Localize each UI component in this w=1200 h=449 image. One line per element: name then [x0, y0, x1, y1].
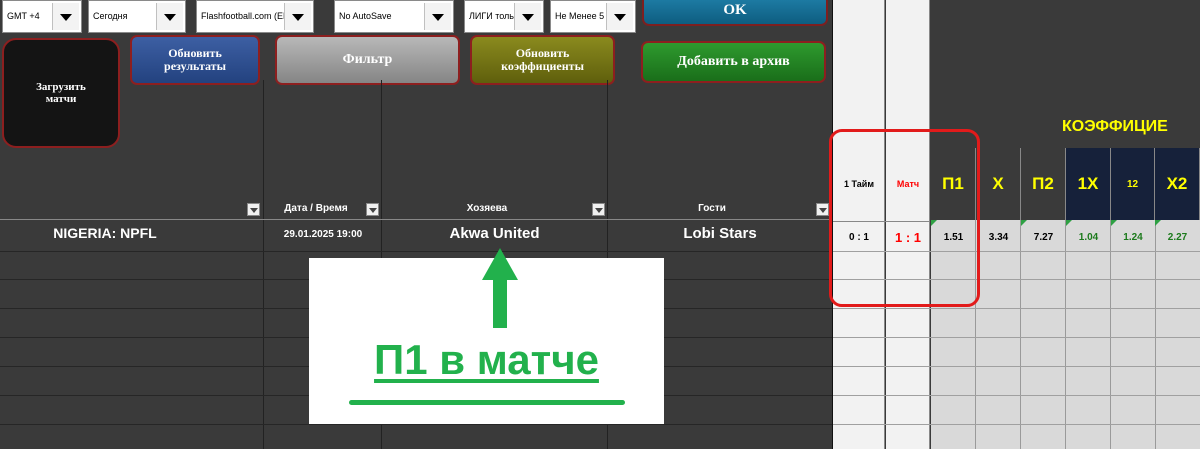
comment-marker-icon	[1111, 220, 1117, 226]
ok-button[interactable]: OK	[642, 0, 828, 26]
refresh-results-label: Обновить результаты	[164, 45, 226, 73]
chevron-down-icon[interactable]	[606, 3, 633, 30]
add-archive-button[interactable]: Добавить в архив	[641, 41, 826, 83]
away-team-cell: Lobi Stars	[683, 225, 757, 242]
date-dropdown[interactable]: Сегодня	[88, 0, 186, 33]
home-filter-button[interactable]	[592, 203, 605, 216]
odds-12-cell: 1.24	[1123, 231, 1143, 243]
odds-header-12: 12	[1111, 148, 1155, 220]
odds-header-1x: 1Х	[1066, 148, 1111, 220]
date-value: Сегодня	[93, 11, 128, 21]
load-matches-button[interactable]: Загрузить матчи	[2, 38, 120, 148]
odds-row-line	[833, 337, 1200, 338]
odds-x2-cell: 2.27	[1167, 231, 1188, 243]
comment-marker-icon	[1066, 220, 1072, 226]
annotation-underline	[349, 400, 625, 405]
odds-group-title: КОЭФФИЦИЕ	[1062, 118, 1168, 135]
leagues-dropdown[interactable]: ЛИГИ толь	[464, 0, 544, 33]
highlight-box	[829, 129, 980, 307]
min-dropdown[interactable]: Не Менее 5	[550, 0, 636, 33]
load-matches-label: Загрузить матчи	[36, 80, 86, 105]
odds-row-line	[833, 424, 1200, 425]
source-dropdown[interactable]: Flashfootball.com (EN)	[196, 0, 314, 33]
chevron-down-icon[interactable]	[284, 3, 311, 30]
chevron-down-icon[interactable]	[424, 3, 451, 30]
datetime-cell: 29.01.2025 19:00	[283, 229, 363, 240]
odds-row-line	[833, 308, 1200, 309]
datetime-filter-button[interactable]	[366, 203, 379, 216]
odds-divider	[1020, 220, 1021, 449]
annotation-caption: П1 в матче	[374, 336, 599, 383]
refresh-odds-button[interactable]: Обновить коэффициенты	[470, 35, 615, 85]
row-line	[0, 424, 832, 425]
autosave-dropdown[interactable]: No AutoSave	[334, 0, 454, 33]
odds-row-line	[833, 366, 1200, 367]
leagues-value: ЛИГИ толь	[469, 11, 514, 21]
home-header: Хозяева	[466, 203, 508, 214]
timezone-value: GMT +4	[7, 11, 40, 21]
league-cell: NIGERIA: NPFL	[53, 225, 157, 241]
odds-p2-cell: 7.27	[1033, 231, 1054, 243]
row-line	[0, 251, 832, 252]
min-value: Не Менее 5	[555, 11, 605, 21]
column-divider	[263, 80, 264, 449]
comment-marker-icon	[1155, 220, 1161, 226]
comment-marker-icon	[1021, 220, 1027, 226]
datetime-header: Дата / Время	[284, 203, 348, 214]
home-team-cell: Akwa United	[449, 225, 540, 242]
refresh-results-button[interactable]: Обновить результаты	[130, 35, 260, 85]
timezone-dropdown[interactable]: GMT +4	[2, 0, 82, 33]
filter-button[interactable]: Фильтр	[275, 35, 460, 85]
chevron-down-icon[interactable]	[156, 3, 183, 30]
odds-row-line	[833, 395, 1200, 396]
chevron-down-icon[interactable]	[514, 3, 541, 30]
odds-header-x2: Х2	[1155, 148, 1200, 220]
odds-divider	[1065, 220, 1066, 449]
away-header: Гости	[698, 203, 726, 214]
header-bottom-line	[0, 219, 832, 220]
arrow-up-icon	[482, 248, 518, 328]
refresh-odds-label: Обновить коэффициенты	[501, 45, 584, 73]
annotation-panel: П1 в матче	[309, 248, 664, 424]
source-value: Flashfootball.com (EN)	[201, 11, 287, 21]
away-filter-button[interactable]	[816, 203, 829, 216]
odds-header-p2: П2	[1021, 148, 1066, 220]
league-filter-button[interactable]	[247, 203, 260, 216]
odds-divider	[1155, 220, 1156, 449]
odds-header-x: Х	[976, 148, 1021, 220]
odds-divider	[1110, 220, 1111, 449]
chevron-down-icon[interactable]	[52, 3, 79, 30]
autosave-value: No AutoSave	[339, 11, 392, 21]
odds-1x-cell: 1.04	[1078, 231, 1099, 243]
odds-x-cell: 3.34	[988, 231, 1009, 243]
